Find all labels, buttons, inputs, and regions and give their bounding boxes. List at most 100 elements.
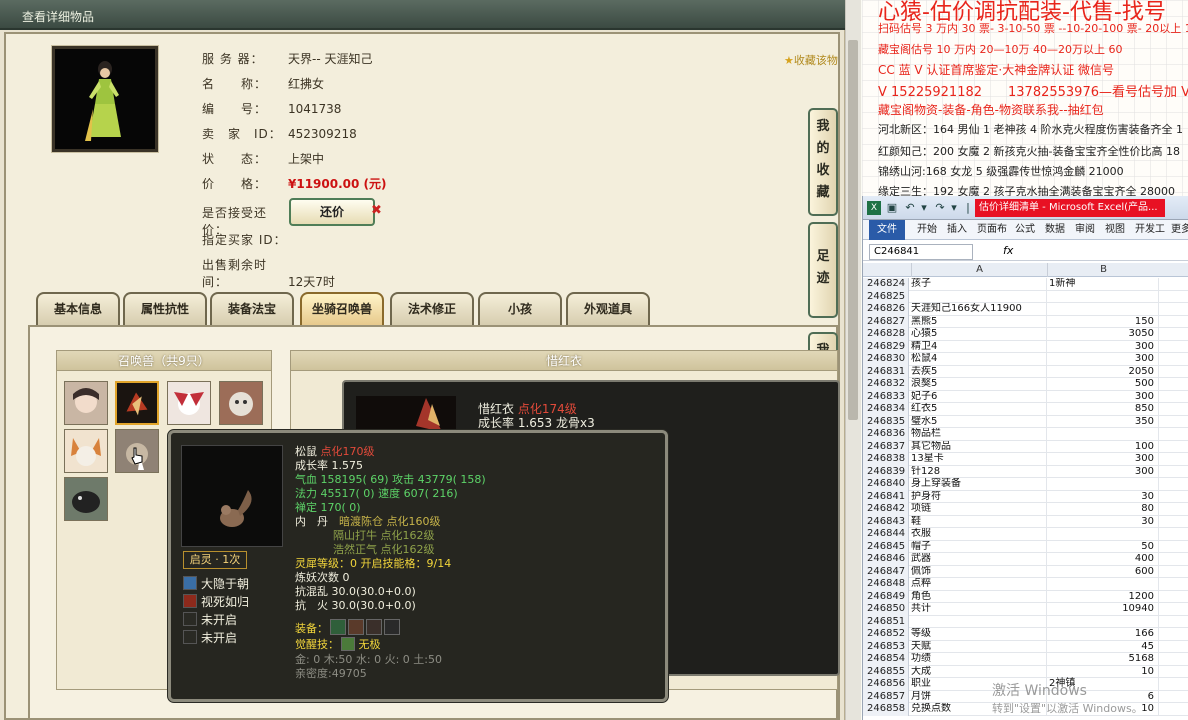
fx-icon[interactable]: fx xyxy=(1003,244,1013,257)
row-number[interactable]: 246830 xyxy=(863,353,909,366)
pet-slot[interactable] xyxy=(64,477,108,521)
haggle-button[interactable]: 还价 xyxy=(289,198,375,226)
cell-a[interactable]: 身上穿装备 xyxy=(911,478,1047,491)
cell-b[interactable]: 100 xyxy=(1047,440,1159,453)
cell-a[interactable]: 功绩 xyxy=(911,653,1047,666)
row-number[interactable]: 246832 xyxy=(863,378,909,391)
tab-mounts-pets[interactable]: 坐骑召唤兽 xyxy=(300,292,384,326)
ribbon-tab-formulas[interactable]: 公式 xyxy=(1015,220,1035,240)
cell-a[interactable]: 心猿5 xyxy=(911,328,1047,341)
row-number[interactable]: 246827 xyxy=(863,315,909,328)
row-number[interactable]: 246834 xyxy=(863,403,909,416)
cell-b[interactable] xyxy=(1047,478,1159,491)
ribbon-tab-file[interactable]: 文件 xyxy=(869,220,905,240)
save-icon[interactable]: ▣ xyxy=(885,201,899,215)
column-header-a[interactable]: A xyxy=(911,263,1047,277)
cell-b[interactable]: 300 xyxy=(1047,353,1159,366)
cell-a[interactable]: 武器 xyxy=(911,553,1047,566)
cell-b[interactable]: 600 xyxy=(1047,565,1159,578)
cell-a[interactable]: 衣服 xyxy=(911,528,1047,541)
cell-b[interactable]: 2050 xyxy=(1047,365,1159,378)
tab-attributes[interactable]: 属性抗性 xyxy=(123,292,207,326)
row-number[interactable]: 246849 xyxy=(863,590,909,603)
cell-b[interactable]: 5168 xyxy=(1047,653,1159,666)
cell-a[interactable]: 黑熊5 xyxy=(911,315,1047,328)
pet-slot[interactable] xyxy=(167,381,211,425)
tab-child[interactable]: 小孩 xyxy=(478,292,562,326)
cell-a[interactable]: 针128 xyxy=(911,465,1047,478)
cell-b[interactable] xyxy=(1047,578,1159,591)
tab-equipment[interactable]: 装备法宝 xyxy=(210,292,294,326)
ribbon-tab-data[interactable]: 数据 xyxy=(1045,220,1065,240)
cell-b[interactable] xyxy=(1047,528,1159,541)
row-number[interactable]: 246855 xyxy=(863,665,909,678)
cell-b[interactable]: 400 xyxy=(1047,553,1159,566)
row-number[interactable]: 246841 xyxy=(863,490,909,503)
row-number[interactable]: 246847 xyxy=(863,565,909,578)
cell-a[interactable]: 松鼠4 xyxy=(911,353,1047,366)
ribbon-tab-layout[interactable]: 页面布 xyxy=(977,220,1007,240)
row-number[interactable]: 246836 xyxy=(863,428,909,441)
cell-b[interactable]: 850 xyxy=(1047,403,1159,416)
row-number[interactable]: 246845 xyxy=(863,540,909,553)
cell-a[interactable]: 璧水5 xyxy=(911,415,1047,428)
cell-a[interactable]: 13星卡 xyxy=(911,453,1047,466)
cell-a[interactable]: 天赋 xyxy=(911,640,1047,653)
cell-b[interactable]: 1新神 xyxy=(1047,278,1159,291)
cell-b[interactable]: 80 xyxy=(1047,503,1159,516)
undo-dropdown-icon[interactable]: ▾ xyxy=(917,201,931,215)
row-number[interactable]: 246848 xyxy=(863,578,909,591)
ribbon-tab-home[interactable]: 开始 xyxy=(917,220,937,240)
cell-a[interactable]: 角色 xyxy=(911,590,1047,603)
cell-a[interactable]: 佩饰 xyxy=(911,565,1047,578)
cell-b[interactable] xyxy=(1047,615,1159,628)
cell-b[interactable] xyxy=(1047,290,1159,303)
row-number[interactable]: 246837 xyxy=(863,440,909,453)
cell-b[interactable]: 300 xyxy=(1047,453,1159,466)
cell-a[interactable] xyxy=(911,290,1047,303)
cell-a[interactable] xyxy=(911,615,1047,628)
cell-b[interactable]: 10940 xyxy=(1047,603,1159,616)
cell-a[interactable]: 鞋 xyxy=(911,515,1047,528)
ribbon-tab-view[interactable]: 视图 xyxy=(1105,220,1125,240)
ribbon-tab-developer[interactable]: 开发工 xyxy=(1135,220,1165,240)
row-number[interactable]: 246853 xyxy=(863,640,909,653)
undo-icon[interactable]: ↶ xyxy=(903,201,917,215)
favorite-link[interactable]: ★收藏该物 xyxy=(784,52,844,68)
cell-b[interactable]: 3050 xyxy=(1047,328,1159,341)
row-number[interactable]: 246856 xyxy=(863,678,909,691)
row-number[interactable]: 246825 xyxy=(863,290,909,303)
cell-a[interactable]: 其它物品 xyxy=(911,440,1047,453)
row-number[interactable]: 246844 xyxy=(863,528,909,541)
haggle-close-icon[interactable]: ✖ xyxy=(371,203,382,218)
cell-b[interactable]: 300 xyxy=(1047,340,1159,353)
cell-b[interactable] xyxy=(1047,428,1159,441)
cell-b[interactable] xyxy=(1047,303,1159,316)
cell-b[interactable]: 300 xyxy=(1047,465,1159,478)
row-number[interactable]: 246852 xyxy=(863,628,909,641)
row-number[interactable]: 246839 xyxy=(863,465,909,478)
cell-b[interactable]: 300 xyxy=(1047,390,1159,403)
ribbon-tab-review[interactable]: 审阅 xyxy=(1075,220,1095,240)
cell-b[interactable]: 30 xyxy=(1047,490,1159,503)
cell-b[interactable]: 30 xyxy=(1047,515,1159,528)
pet-slot[interactable] xyxy=(64,381,108,425)
cell-a[interactable]: 护身符 xyxy=(911,490,1047,503)
pet-slot-selected[interactable] xyxy=(115,381,159,425)
tab-basic-info[interactable]: 基本信息 xyxy=(36,292,120,326)
cell-a[interactable]: 天涯知己166女人11900 xyxy=(911,303,1047,316)
row-number[interactable]: 246857 xyxy=(863,690,909,703)
cell-a[interactable]: 帽子 xyxy=(911,540,1047,553)
footprints-button[interactable]: 足 迹 xyxy=(808,222,838,318)
cell-a[interactable]: 项链 xyxy=(911,503,1047,516)
cell-a[interactable]: 精卫4 xyxy=(911,340,1047,353)
cell-a[interactable]: 红衣5 xyxy=(911,403,1047,416)
tab-spell-mods[interactable]: 法术修正 xyxy=(390,292,474,326)
cell-b[interactable]: 350 xyxy=(1047,415,1159,428)
redo-dropdown-icon[interactable]: ▾ xyxy=(947,201,961,215)
row-number[interactable]: 246831 xyxy=(863,365,909,378)
scrollbar-thumb[interactable] xyxy=(848,40,858,420)
tab-appearance[interactable]: 外观道具 xyxy=(566,292,650,326)
name-box[interactable]: C246841 xyxy=(869,244,973,260)
row-number[interactable]: 246850 xyxy=(863,603,909,616)
